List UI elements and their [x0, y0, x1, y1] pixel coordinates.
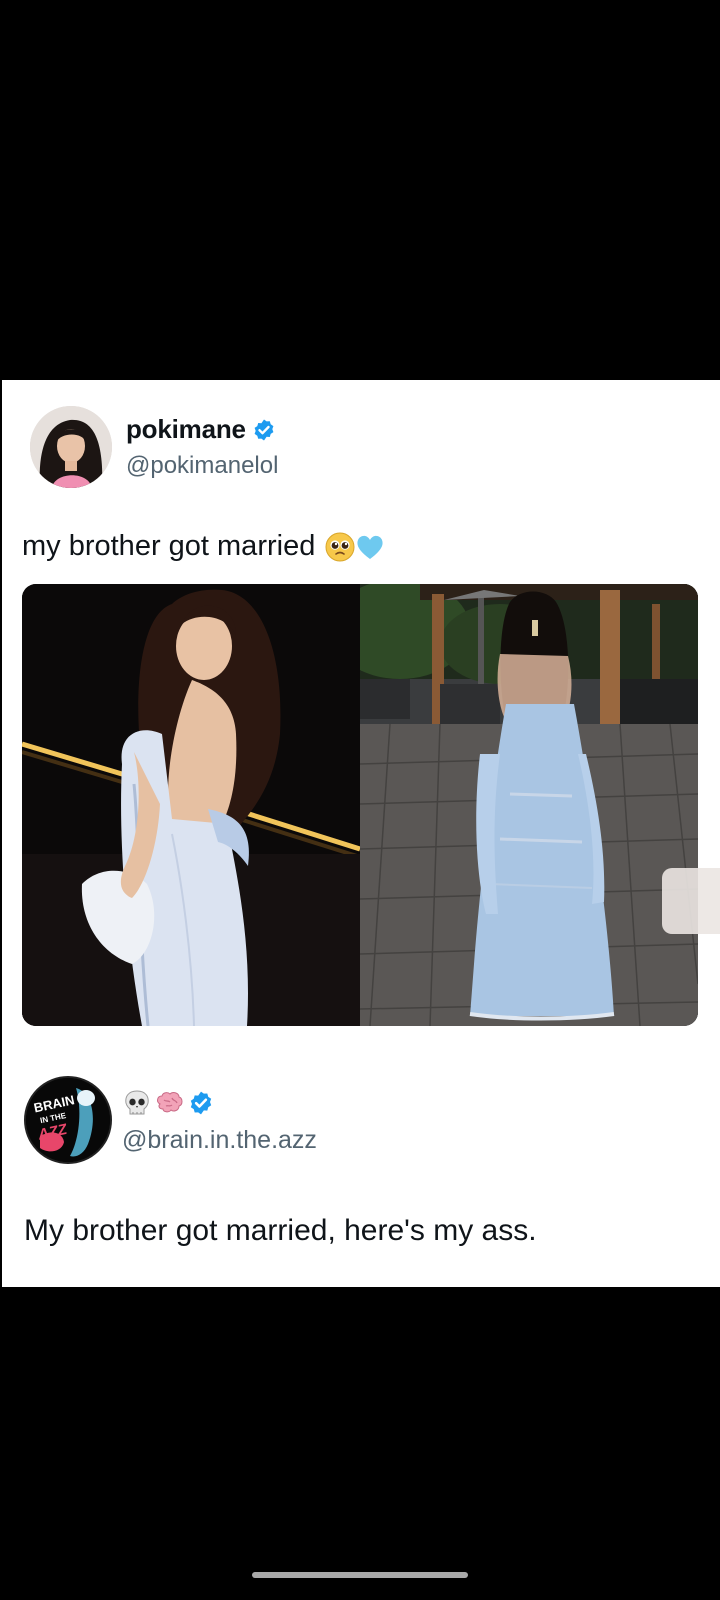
- verified-badge-icon: [254, 419, 274, 440]
- avatar[interactable]: [30, 406, 112, 488]
- verified-badge-icon: [190, 1091, 212, 1115]
- handle[interactable]: @brain.in.the.azz: [122, 1126, 317, 1155]
- name-row: pokimane: [126, 414, 276, 445]
- post-text-content: my brother got married: [22, 530, 316, 562]
- post1-header: pokimane @pokimanelol: [30, 406, 630, 490]
- post-text: my brother got married: [22, 530, 385, 563]
- display-name[interactable]: pokimane: [126, 414, 246, 445]
- photo-back-patio[interactable]: [360, 584, 698, 1026]
- photo-front-night[interactable]: [22, 584, 360, 1026]
- skull-icon: [125, 1090, 149, 1115]
- post-text: My brother got married, here's my ass.: [24, 1214, 537, 1247]
- pleading-face-emoji-icon: [325, 532, 355, 561]
- side-scroll-handle[interactable]: [662, 868, 720, 934]
- brand-avatar[interactable]: BRAIN IN THE AZZ: [24, 1076, 112, 1164]
- light-blue-heart-emoji-icon: [357, 535, 383, 559]
- screen: pokimane @pokimanelol my brother got mar…: [0, 0, 720, 1600]
- name-emoji-row[interactable]: [122, 1088, 214, 1118]
- screenshot-card: pokimane @pokimanelol my brother got mar…: [2, 380, 720, 1287]
- post2-header: BRAIN IN THE AZZ @brain.in.the.azz: [24, 1076, 624, 1166]
- media-grid: [22, 584, 698, 1026]
- home-indicator[interactable]: [252, 1572, 468, 1578]
- brain-icon: [157, 1092, 183, 1113]
- handle[interactable]: @pokimanelol: [126, 452, 278, 480]
